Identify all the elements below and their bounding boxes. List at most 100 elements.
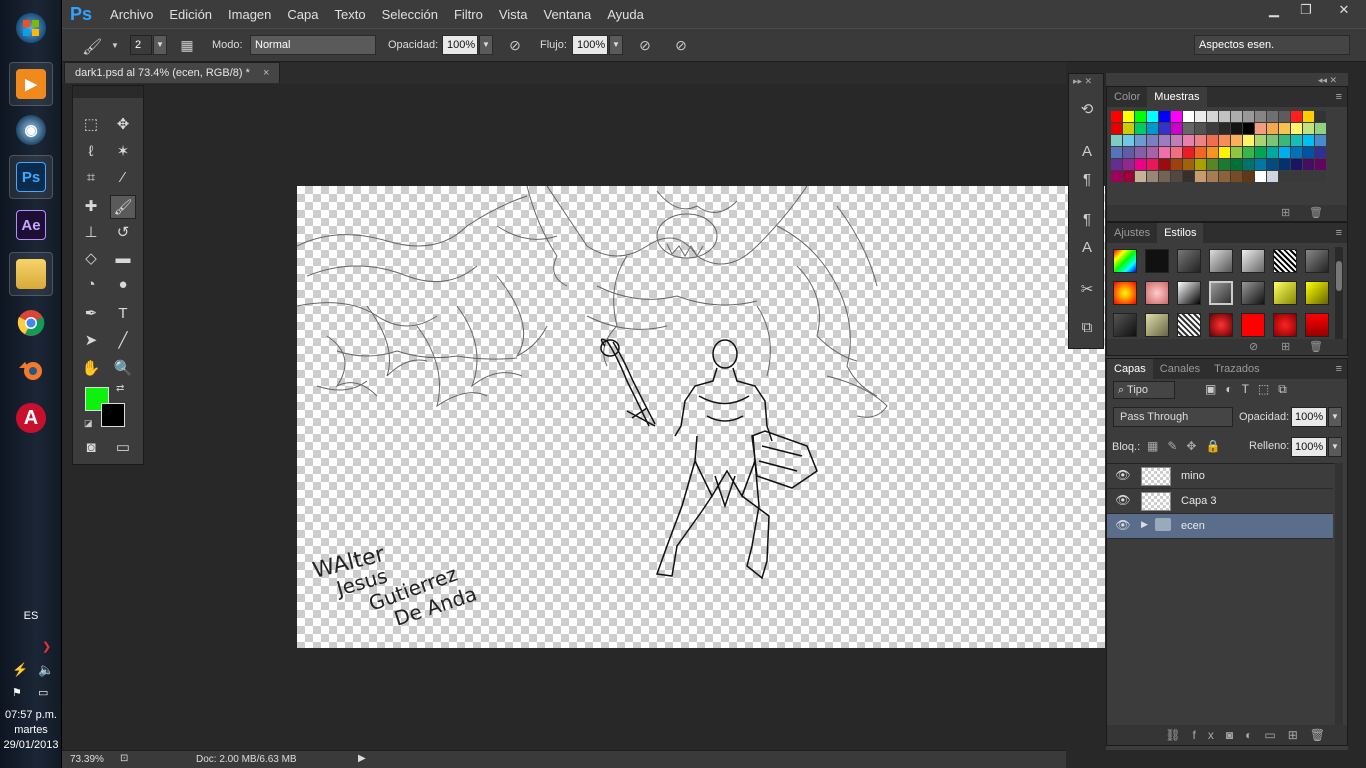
- background-color-swatch[interactable]: [101, 403, 125, 427]
- visibility-eye-icon[interactable]: 👁: [1115, 468, 1131, 484]
- tab-color[interactable]: Color: [1107, 87, 1147, 107]
- layer-opacity-dropdown[interactable]: ▼: [1328, 407, 1342, 427]
- color-swatch[interactable]: [1219, 159, 1230, 170]
- color-swatch[interactable]: [1147, 171, 1158, 182]
- color-swatch[interactable]: [1183, 123, 1194, 134]
- color-swatch[interactable]: [1279, 123, 1290, 134]
- tray-expand-icon[interactable]: ❯: [42, 640, 51, 653]
- color-swatch[interactable]: [1123, 171, 1134, 182]
- line-tool-icon[interactable]: ╱: [110, 329, 136, 353]
- color-swatch[interactable]: [1303, 123, 1314, 134]
- style-preset[interactable]: [1241, 313, 1265, 337]
- color-swatch[interactable]: [1291, 111, 1302, 122]
- color-swatch[interactable]: [1123, 123, 1134, 134]
- color-swatch[interactable]: [1267, 135, 1278, 146]
- power-icon[interactable]: ⚡: [12, 662, 28, 678]
- color-swatch[interactable]: [1135, 147, 1146, 158]
- color-swatch[interactable]: [1123, 147, 1134, 158]
- panel-menu-icon[interactable]: ≡: [1336, 359, 1347, 379]
- color-swatch[interactable]: [1159, 111, 1170, 122]
- menu-imagen[interactable]: Imagen: [228, 7, 271, 22]
- style-preset[interactable]: [1113, 281, 1137, 305]
- color-swatch[interactable]: [1171, 147, 1182, 158]
- airbrush-icon[interactable]: ⊘: [636, 37, 654, 55]
- color-swatch[interactable]: [1135, 135, 1146, 146]
- hand-tool-icon[interactable]: ✋: [78, 357, 104, 381]
- color-swatch[interactable]: [1219, 171, 1230, 182]
- color-swatch[interactable]: [1315, 111, 1326, 122]
- tool-presets-icon[interactable]: ✂: [1075, 278, 1099, 302]
- taskbar-media-center[interactable]: ◉: [9, 108, 53, 152]
- color-swatch[interactable]: [1303, 159, 1314, 170]
- color-swatch[interactable]: [1267, 171, 1278, 182]
- style-preset[interactable]: [1113, 249, 1137, 273]
- color-swatch[interactable]: [1315, 123, 1326, 134]
- color-swatch[interactable]: [1219, 123, 1230, 134]
- color-swatch[interactable]: [1171, 171, 1182, 182]
- color-swatch[interactable]: [1279, 111, 1290, 122]
- style-preset[interactable]: [1177, 313, 1201, 337]
- color-swatch[interactable]: [1315, 135, 1326, 146]
- status-menu-icon[interactable]: ▶: [358, 753, 366, 764]
- menu-vista[interactable]: Vista: [499, 7, 528, 22]
- color-swatch[interactable]: [1267, 111, 1278, 122]
- tools-panel-header[interactable]: [73, 86, 143, 98]
- adjustment-layer-icon[interactable]: ◐: [1245, 728, 1264, 742]
- menu-seleccion[interactable]: Selección: [382, 7, 438, 22]
- tray-clock[interactable]: 07:57 p.m. martes 29/01/2013: [0, 708, 62, 753]
- panel-menu-icon[interactable]: ≡: [1336, 223, 1347, 243]
- color-swatch[interactable]: [1183, 171, 1194, 182]
- lasso-tool-icon[interactable]: ℓ: [78, 140, 104, 164]
- default-colors-icon[interactable]: ◪: [84, 418, 93, 429]
- network-icon[interactable]: ▭: [38, 686, 48, 699]
- color-swatch[interactable]: [1267, 147, 1278, 158]
- volume-icon[interactable]: 🔈: [38, 662, 54, 678]
- flow-field[interactable]: 100%: [572, 35, 608, 55]
- magic-wand-tool-icon[interactable]: ✶: [110, 140, 136, 164]
- menu-filtro[interactable]: Filtro: [454, 7, 483, 22]
- style-preset[interactable]: [1305, 313, 1329, 337]
- color-swatch[interactable]: [1255, 171, 1266, 182]
- color-swatch[interactable]: [1315, 147, 1326, 158]
- taskbar-blender[interactable]: [9, 348, 53, 392]
- flow-dropdown[interactable]: ▼: [609, 35, 623, 55]
- character-panel-icon[interactable]: A: [1075, 140, 1099, 164]
- tab-paths[interactable]: Trazados: [1207, 359, 1266, 379]
- color-swatch[interactable]: [1303, 171, 1314, 182]
- link-layers-icon[interactable]: ⛓: [1165, 728, 1192, 742]
- color-swatch[interactable]: [1147, 135, 1158, 146]
- style-preset[interactable]: [1145, 249, 1169, 273]
- layer-opacity-field[interactable]: 100%: [1291, 407, 1327, 427]
- color-swatch[interactable]: [1147, 111, 1158, 122]
- brush-size-dropdown[interactable]: ▼: [153, 35, 167, 55]
- color-swatch[interactable]: [1159, 171, 1170, 182]
- delete-layer-icon[interactable]: 🗑: [1310, 728, 1337, 742]
- panel-menu-icon[interactable]: ≡: [1336, 87, 1347, 107]
- style-preset[interactable]: [1273, 249, 1297, 273]
- color-swatch[interactable]: [1279, 147, 1290, 158]
- style-preset[interactable]: [1241, 249, 1265, 273]
- color-swatch[interactable]: [1255, 123, 1266, 134]
- color-swatch[interactable]: [1135, 171, 1146, 182]
- style-preset[interactable]: [1241, 281, 1265, 305]
- color-swatch[interactable]: [1243, 171, 1254, 182]
- style-preset[interactable]: [1177, 249, 1201, 273]
- mode-select[interactable]: Normal: [250, 35, 376, 55]
- zoom-level[interactable]: 73.39%: [70, 754, 104, 765]
- color-swatch[interactable]: [1231, 135, 1242, 146]
- visibility-eye-icon[interactable]: 👁: [1115, 493, 1131, 509]
- layers-scrollbar[interactable]: [1335, 463, 1343, 725]
- expand-group-icon[interactable]: ▶: [1141, 519, 1148, 530]
- styles-scrollbar[interactable]: [1335, 247, 1343, 341]
- color-swatch[interactable]: [1123, 159, 1134, 170]
- new-layer-icon[interactable]: ⊞: [1288, 728, 1310, 742]
- visibility-eye-icon[interactable]: 👁: [1115, 518, 1131, 534]
- color-swatch[interactable]: [1231, 171, 1242, 182]
- clear-style-icon[interactable]: ⊘: [1249, 340, 1258, 353]
- taskbar-media-player[interactable]: ▶: [9, 62, 53, 106]
- color-swatch[interactable]: [1207, 171, 1218, 182]
- color-swatch[interactable]: [1207, 123, 1218, 134]
- color-swatch[interactable]: [1231, 111, 1242, 122]
- style-preset[interactable]: [1305, 249, 1329, 273]
- pressure-size-icon[interactable]: ⊘: [672, 37, 690, 55]
